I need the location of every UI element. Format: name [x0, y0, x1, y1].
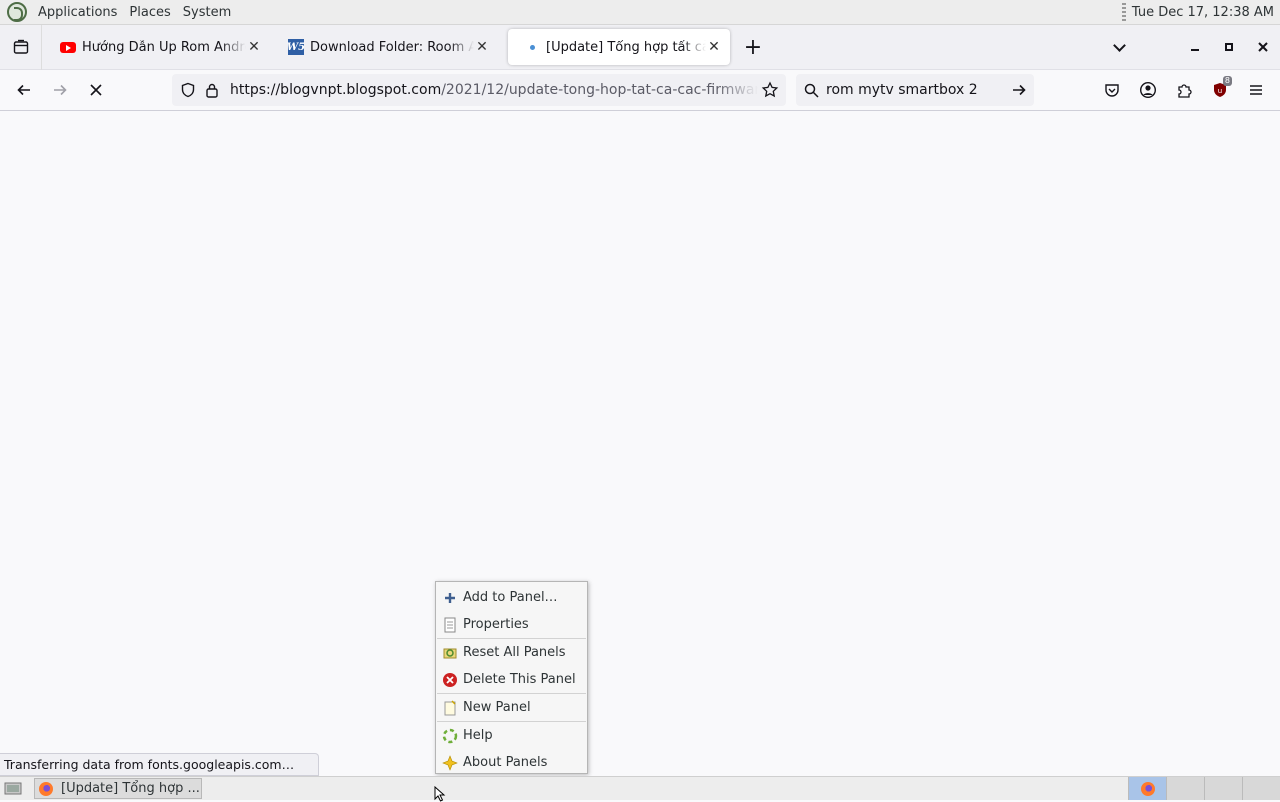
workspace-4[interactable]: [1242, 777, 1280, 800]
menu-item-about-panels[interactable]: About Panels: [436, 749, 587, 776]
bookmark-star-icon[interactable]: [758, 74, 782, 106]
account-icon: [1139, 81, 1157, 99]
places-menu[interactable]: Places: [123, 0, 176, 25]
firefox-view-icon: [13, 39, 28, 54]
status-text: Transferring data from fonts.googleapis.…: [0, 753, 319, 776]
menu-item-label: Help: [463, 728, 493, 743]
plus-icon: [442, 590, 458, 606]
menu-item-new-panel[interactable]: New Panel: [436, 694, 587, 721]
url-path: /2021/12/update-tong-hop-tat-ca-cac-firm…: [441, 82, 758, 98]
applications-menu[interactable]: Applications: [32, 0, 123, 25]
puzzle-piece-icon: [1178, 84, 1192, 98]
panel-grip-icon[interactable]: [1121, 3, 1126, 21]
youtube-icon: [60, 39, 76, 55]
new-panel-icon: [442, 699, 458, 716]
show-desktop-button[interactable]: [2, 779, 24, 799]
workspace-2[interactable]: [1166, 777, 1204, 800]
pocket-icon: [1105, 84, 1119, 97]
show-desktop-icon: [4, 782, 22, 794]
bottom-panel: [Update] Tổng hợp ...: [0, 776, 1280, 800]
firefox-view-button[interactable]: [0, 24, 42, 70]
navigation-toolbar: https://blogvnpt.blogspot.com/2021/12/up…: [0, 70, 1280, 111]
workspace-1[interactable]: [1128, 777, 1166, 800]
search-icon: [796, 83, 826, 98]
menu-item-label: New Panel: [463, 700, 531, 715]
url-text[interactable]: https://blogvnpt.blogspot.com/2021/12/up…: [230, 82, 758, 98]
url-bar[interactable]: https://blogvnpt.blogspot.com/2021/12/up…: [172, 74, 786, 106]
tab-strip: Hướng Dẫn Up Rom Android ✕ W5 Download F…: [0, 24, 1280, 70]
top-panel: Applications Places System Tue Dec 17, 1…: [0, 0, 1280, 25]
pocket-button[interactable]: [1094, 74, 1130, 106]
back-arrow-icon: [17, 84, 30, 96]
account-button[interactable]: [1130, 74, 1166, 106]
close-window-button[interactable]: [1246, 32, 1280, 62]
firefox-icon: [39, 781, 53, 796]
menu-item-delete-this-panel[interactable]: Delete This Panel: [436, 666, 587, 693]
url-host: https://blogvnpt.blogspot.com: [230, 82, 442, 98]
page-content[interactable]: [0, 111, 1280, 776]
menu-item-properties[interactable]: Properties: [436, 611, 587, 638]
tab-list-dropdown-button[interactable]: [1102, 32, 1136, 62]
menu-item-label: Properties: [463, 617, 529, 632]
hamburger-menu-icon: [1250, 85, 1262, 95]
tab-download-folder[interactable]: W5 Download Folder: Room An ✕: [272, 29, 498, 65]
stop-button[interactable]: [78, 74, 114, 106]
close-icon: [1258, 42, 1268, 52]
extension-badge: 8: [1222, 76, 1232, 86]
minimize-icon: [1191, 49, 1199, 51]
tab-update-active[interactable]: [Update] Tổng hợp tất cả ca ✕: [508, 29, 730, 65]
system-menu[interactable]: System: [177, 0, 237, 25]
about-icon: [442, 754, 458, 771]
lock-icon[interactable]: [200, 74, 224, 106]
taskbar-window-label: [Update] Tổng hợp ...: [61, 781, 200, 796]
mate-logo-icon[interactable]: [7, 2, 27, 22]
tab-title: Hướng Dẫn Up Rom Android: [82, 39, 246, 55]
reset-icon: [442, 645, 458, 661]
svg-text:u: u: [1218, 87, 1222, 95]
tab-title: Download Folder: Room An: [310, 39, 474, 55]
clock[interactable]: Tue Dec 17, 12:38 AM: [1132, 5, 1280, 20]
menu-item-label: Add to Panel…: [463, 590, 558, 605]
firefox-icon: [1140, 781, 1155, 796]
menu-item-help[interactable]: Help: [436, 722, 587, 749]
stop-icon: [90, 84, 102, 96]
maximize-button[interactable]: [1212, 32, 1246, 62]
forward-arrow-icon: [54, 84, 67, 96]
plus-icon: +: [743, 34, 763, 60]
search-input[interactable]: rom mytv smartbox 2: [826, 82, 1004, 98]
taskbar-window-button[interactable]: [Update] Tổng hợp ...: [34, 778, 202, 799]
w5-icon: W5: [287, 39, 305, 55]
tab-title: [Update] Tổng hợp tất cả ca: [546, 39, 706, 55]
help-icon: [442, 728, 458, 744]
properties-icon: [442, 617, 458, 633]
new-tab-button[interactable]: +: [738, 32, 768, 62]
workspace-3[interactable]: [1204, 777, 1242, 800]
chevron-down-icon: [1112, 38, 1126, 52]
search-go-arrow-icon[interactable]: [1004, 82, 1034, 98]
close-icon[interactable]: ✕: [246, 39, 262, 55]
close-icon[interactable]: ✕: [474, 39, 490, 55]
menu-item-reset-all-panels[interactable]: Reset All Panels: [436, 639, 587, 666]
delete-icon: [442, 672, 458, 688]
back-button[interactable]: [6, 74, 42, 106]
close-icon[interactable]: ✕: [706, 39, 722, 55]
workspace-switcher: [1128, 777, 1280, 800]
search-bar[interactable]: rom mytv smartbox 2: [796, 74, 1034, 106]
tracking-shield-icon[interactable]: [176, 74, 200, 106]
panel-context-menu: Add to Panel… Properties Reset All Panel…: [435, 581, 588, 774]
menu-item-add-to-panel[interactable]: Add to Panel…: [436, 584, 587, 611]
ublock-origin-button[interactable]: u 8: [1202, 74, 1238, 106]
app-menu-button[interactable]: [1238, 74, 1274, 106]
maximize-icon: [1225, 43, 1233, 51]
loading-dot-icon: [524, 39, 540, 55]
menu-item-label: Delete This Panel: [463, 672, 576, 687]
extensions-button[interactable]: [1166, 74, 1202, 106]
tab-youtube[interactable]: Hướng Dẫn Up Rom Android ✕: [44, 29, 270, 65]
forward-button[interactable]: [42, 74, 78, 106]
menu-item-label: About Panels: [463, 755, 548, 770]
minimize-button[interactable]: [1178, 32, 1212, 62]
menu-item-label: Reset All Panels: [463, 645, 566, 660]
